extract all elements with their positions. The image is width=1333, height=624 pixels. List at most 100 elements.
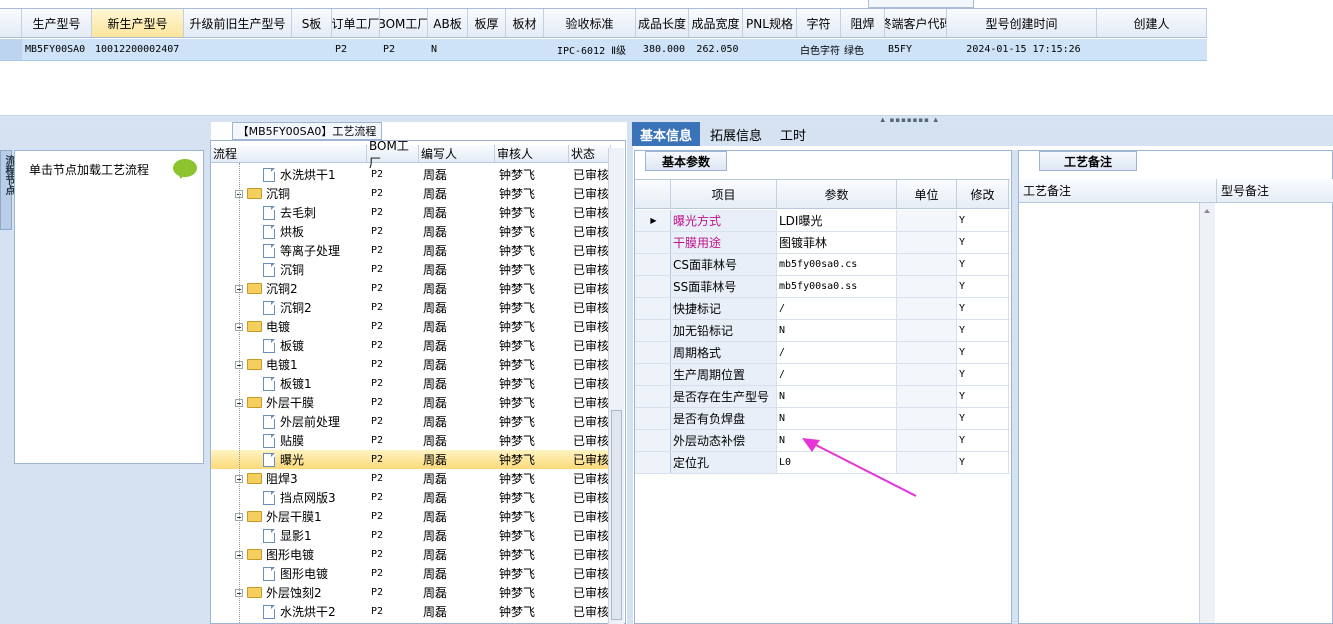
params-column-header[interactable]: 项目: [671, 180, 777, 208]
node-vertical-tab[interactable]: 流程节点: [0, 150, 14, 230]
param-value[interactable]: LDI曝光: [777, 210, 897, 231]
tab-extend[interactable]: 拓展信息: [702, 122, 770, 146]
remark-scrollbar[interactable]: [1199, 203, 1215, 623]
remark-tab[interactable]: 工艺备注: [1039, 151, 1138, 171]
column-header[interactable]: 板厚: [468, 9, 506, 37]
tree-column-header[interactable]: BOM工厂: [367, 139, 419, 170]
tree-scroll-thumb[interactable]: [611, 410, 622, 620]
tree-row[interactable]: 沉铜2 P2 周磊 钟梦飞 已审核: [211, 279, 611, 298]
tree-row[interactable]: 外层干膜 P2 周磊 钟梦飞 已审核: [211, 393, 611, 412]
param-unit[interactable]: [897, 232, 957, 253]
tree-row[interactable]: 曝光 P2 周磊 钟梦飞 已审核: [211, 450, 611, 469]
grid-cell[interactable]: MB5FY00SA0: [22, 39, 92, 60]
grid-cell[interactable]: N: [428, 39, 468, 60]
tree-row[interactable]: 沉铜2 P2 周磊 钟梦飞 已审核: [211, 298, 611, 317]
column-header[interactable]: BOM工厂: [380, 9, 428, 37]
grid-cell[interactable]: [506, 39, 544, 60]
grid-cell[interactable]: [184, 39, 292, 60]
column-header[interactable]: 型号创建时间: [947, 9, 1097, 37]
model-grid-row[interactable]: MB5FY00SA0 10012200002407 P2 P2 N IPC-6012 Ⅱ级…: [0, 39, 1207, 61]
remark-column-header[interactable]: 工艺备注: [1019, 179, 1217, 202]
param-unit[interactable]: [897, 298, 957, 319]
params-row[interactable]: 干膜用途 图镀菲林 Y: [635, 232, 1010, 254]
tree-node[interactable]: 曝光: [211, 450, 367, 469]
basic-params-tab[interactable]: 基本参数: [645, 151, 728, 171]
param-value[interactable]: N: [777, 408, 897, 429]
grid-cell[interactable]: 380.000: [636, 39, 689, 60]
column-header[interactable]: 生产型号: [22, 9, 92, 37]
param-unit[interactable]: [897, 210, 957, 231]
column-header[interactable]: PNL规格: [743, 9, 797, 37]
tree-node[interactable]: 去毛刺: [211, 203, 367, 222]
tree-row[interactable]: 外层前处理 P2 周磊 钟梦飞 已审核: [211, 412, 611, 431]
tree-row[interactable]: 图形电镀 P2 周磊 钟梦飞 已审核: [211, 545, 611, 564]
tree-row[interactable]: 水洗烘干2 P2 周磊 钟梦飞 已审核: [211, 602, 611, 621]
tree-node[interactable]: 电镀: [211, 317, 367, 336]
grid-cell[interactable]: 262.050: [689, 39, 743, 60]
tree-column-header[interactable]: 状态: [569, 145, 611, 162]
tree-node[interactable]: 水洗烘干1: [211, 165, 367, 184]
tree-node[interactable]: 烘板: [211, 222, 367, 241]
tree-row[interactable]: 电镀 P2 周磊 钟梦飞 已审核: [211, 317, 611, 336]
tree-node[interactable]: 沉铜2: [211, 279, 367, 298]
column-header[interactable]: S板: [292, 9, 332, 37]
grid-cell[interactable]: [468, 39, 506, 60]
column-header[interactable]: 创建人: [1097, 9, 1207, 37]
tree-row[interactable]: 烘板 P2 周磊 钟梦飞 已审核: [211, 222, 611, 241]
params-row[interactable]: 快捷标记 / Y: [635, 298, 1010, 320]
param-unit[interactable]: [897, 276, 957, 297]
grid-toolbar-tab[interactable]: [868, 0, 974, 8]
params-row[interactable]: 加无铅标记 N Y: [635, 320, 1010, 342]
param-unit[interactable]: [897, 254, 957, 275]
tab-basic[interactable]: 基本信息: [632, 122, 701, 146]
tree-scrollbar[interactable]: [608, 148, 624, 624]
params-column-header[interactable]: 参数: [777, 180, 897, 208]
params-row[interactable]: 是否有负焊盘 N Y: [635, 408, 1010, 430]
tree-row[interactable]: 板镀1 P2 周磊 钟梦飞 已审核: [211, 374, 611, 393]
tree-row[interactable]: 外层干膜1 P2 周磊 钟梦飞 已审核: [211, 507, 611, 526]
param-value[interactable]: N: [777, 320, 897, 341]
params-row[interactable]: CS面菲林号 mb5fy00sa0.cs Y: [635, 254, 1010, 276]
column-header[interactable]: 板材: [506, 9, 544, 37]
tree-node[interactable]: 沉铜2: [211, 298, 367, 317]
params-column-header[interactable]: 单位: [897, 180, 957, 208]
tree-node[interactable]: 阻焊3: [211, 469, 367, 488]
tree-row[interactable]: 图形电镀 P2 周磊 钟梦飞 已审核: [211, 564, 611, 583]
grid-cell[interactable]: IPC-6012 Ⅱ级: [544, 39, 636, 60]
tree-node[interactable]: 贴膜: [211, 431, 367, 450]
param-value[interactable]: mb5fy00sa0.cs: [777, 254, 897, 275]
tree-column-header[interactable]: 审核人: [495, 145, 569, 162]
column-header[interactable]: 成品长度: [636, 9, 689, 37]
tree-row[interactable]: 贴膜 P2 周磊 钟梦飞 已审核: [211, 431, 611, 450]
tree-node[interactable]: 显影1: [211, 526, 367, 545]
column-header[interactable]: 订单工厂: [332, 9, 380, 37]
tree-row[interactable]: 水洗烘干1 P2 周磊 钟梦飞 已审核: [211, 165, 611, 184]
tree-column-header[interactable]: 流程: [211, 145, 367, 162]
tree-row[interactable]: 电镀1 P2 周磊 钟梦飞 已审核: [211, 355, 611, 374]
column-header[interactable]: AB板: [428, 9, 468, 37]
params-row[interactable]: ▶ 曝光方式 LDI曝光 Y: [635, 210, 1010, 232]
grid-cell[interactable]: 白色字符: [797, 39, 841, 60]
node-load-box[interactable]: 单击节点加载工艺流程: [14, 150, 204, 464]
tree-row[interactable]: 等离子处理 P2 周磊 钟梦飞 已审核: [211, 241, 611, 260]
param-unit[interactable]: [897, 408, 957, 429]
tree-node[interactable]: 外层蚀刻2: [211, 583, 367, 602]
tree-node[interactable]: 沉铜: [211, 184, 367, 203]
tree-row[interactable]: 沉铜 P2 周磊 钟梦飞 已审核: [211, 260, 611, 279]
tree-row[interactable]: 挡点网版3 P2 周磊 钟梦飞 已审核: [211, 488, 611, 507]
tree-node[interactable]: 外层干膜: [211, 393, 367, 412]
grid-cell[interactable]: [743, 39, 797, 60]
tab-hours[interactable]: 工时: [772, 122, 814, 146]
grid-cell[interactable]: P2: [380, 39, 428, 60]
params-row[interactable]: 周期格式 / Y: [635, 342, 1010, 364]
tree-row[interactable]: 显影1 P2 周磊 钟梦飞 已审核: [211, 526, 611, 545]
param-value[interactable]: /: [777, 342, 897, 363]
tree-node[interactable]: 等离子处理: [211, 241, 367, 260]
tree-node[interactable]: 图形电镀: [211, 545, 367, 564]
tree-row[interactable]: 外层蚀刻2 P2 周磊 钟梦飞 已审核: [211, 583, 611, 602]
grid-cell[interactable]: P2: [332, 39, 380, 60]
param-unit[interactable]: [897, 364, 957, 385]
column-header[interactable]: 终端客户代码: [885, 9, 947, 37]
tree-node[interactable]: 图形电镀: [211, 564, 367, 583]
remark-column-header[interactable]: 型号备注: [1217, 179, 1333, 202]
